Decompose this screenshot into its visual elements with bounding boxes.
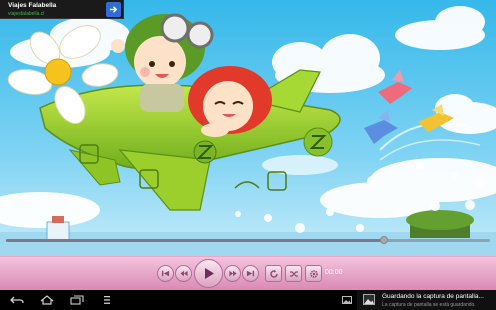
- gear-icon: [309, 269, 318, 278]
- rewind-icon: [179, 270, 188, 277]
- ad-banner[interactable]: Viajes Falabella viajesfalabella.cl: [0, 0, 124, 19]
- notification-subtitle: La captura de pantalla se está guardando…: [382, 302, 476, 308]
- system-navigation-bar: Guardando la captura de pantalla... La c…: [0, 290, 496, 310]
- menu-icon: [104, 296, 110, 304]
- image-icon: [363, 294, 375, 305]
- ad-url: viajesfalabella.cl: [8, 11, 45, 17]
- skip-previous-icon: [161, 270, 170, 277]
- playback-time: 00:00: [325, 269, 343, 276]
- repeat-button[interactable]: [265, 265, 282, 282]
- skip-next-icon: [246, 270, 255, 277]
- shuffle-icon: [289, 270, 298, 277]
- cartoon-illustration: [0, 0, 496, 256]
- recent-apps-button[interactable]: [68, 294, 86, 306]
- repeat-icon: [269, 269, 278, 278]
- ad-title: Viajes Falabella: [8, 2, 57, 9]
- rewind-button[interactable]: [175, 265, 192, 282]
- settings-button[interactable]: [305, 265, 322, 282]
- home-icon: [40, 295, 54, 305]
- video-artwork[interactable]: [0, 0, 496, 256]
- skip-previous-button[interactable]: [157, 265, 174, 282]
- fast-forward-icon: [228, 270, 237, 277]
- shuffle-button[interactable]: [285, 265, 302, 282]
- home-button[interactable]: [38, 294, 56, 306]
- seek-thumb[interactable]: [379, 236, 388, 244]
- play-icon: [204, 268, 214, 279]
- back-button[interactable]: [8, 294, 26, 306]
- screenshot-status-icon: [338, 294, 356, 306]
- recent-apps-icon: [70, 295, 84, 305]
- seek-bar[interactable]: [6, 236, 490, 244]
- notification-title: Guardando la captura de pantalla...: [382, 293, 484, 300]
- menu-button[interactable]: [98, 294, 116, 306]
- image-icon: [342, 296, 352, 304]
- skip-next-button[interactable]: [242, 265, 259, 282]
- ad-open-button[interactable]: [106, 2, 121, 17]
- play-button[interactable]: [194, 259, 223, 288]
- seek-progress: [6, 239, 384, 242]
- fast-forward-button[interactable]: [224, 265, 241, 282]
- arrow-right-icon: [109, 6, 118, 13]
- back-icon: [10, 296, 24, 303]
- screenshot-notification[interactable]: Guardando la captura de pantalla... La c…: [357, 290, 496, 310]
- player-controls: 00:00: [0, 256, 496, 290]
